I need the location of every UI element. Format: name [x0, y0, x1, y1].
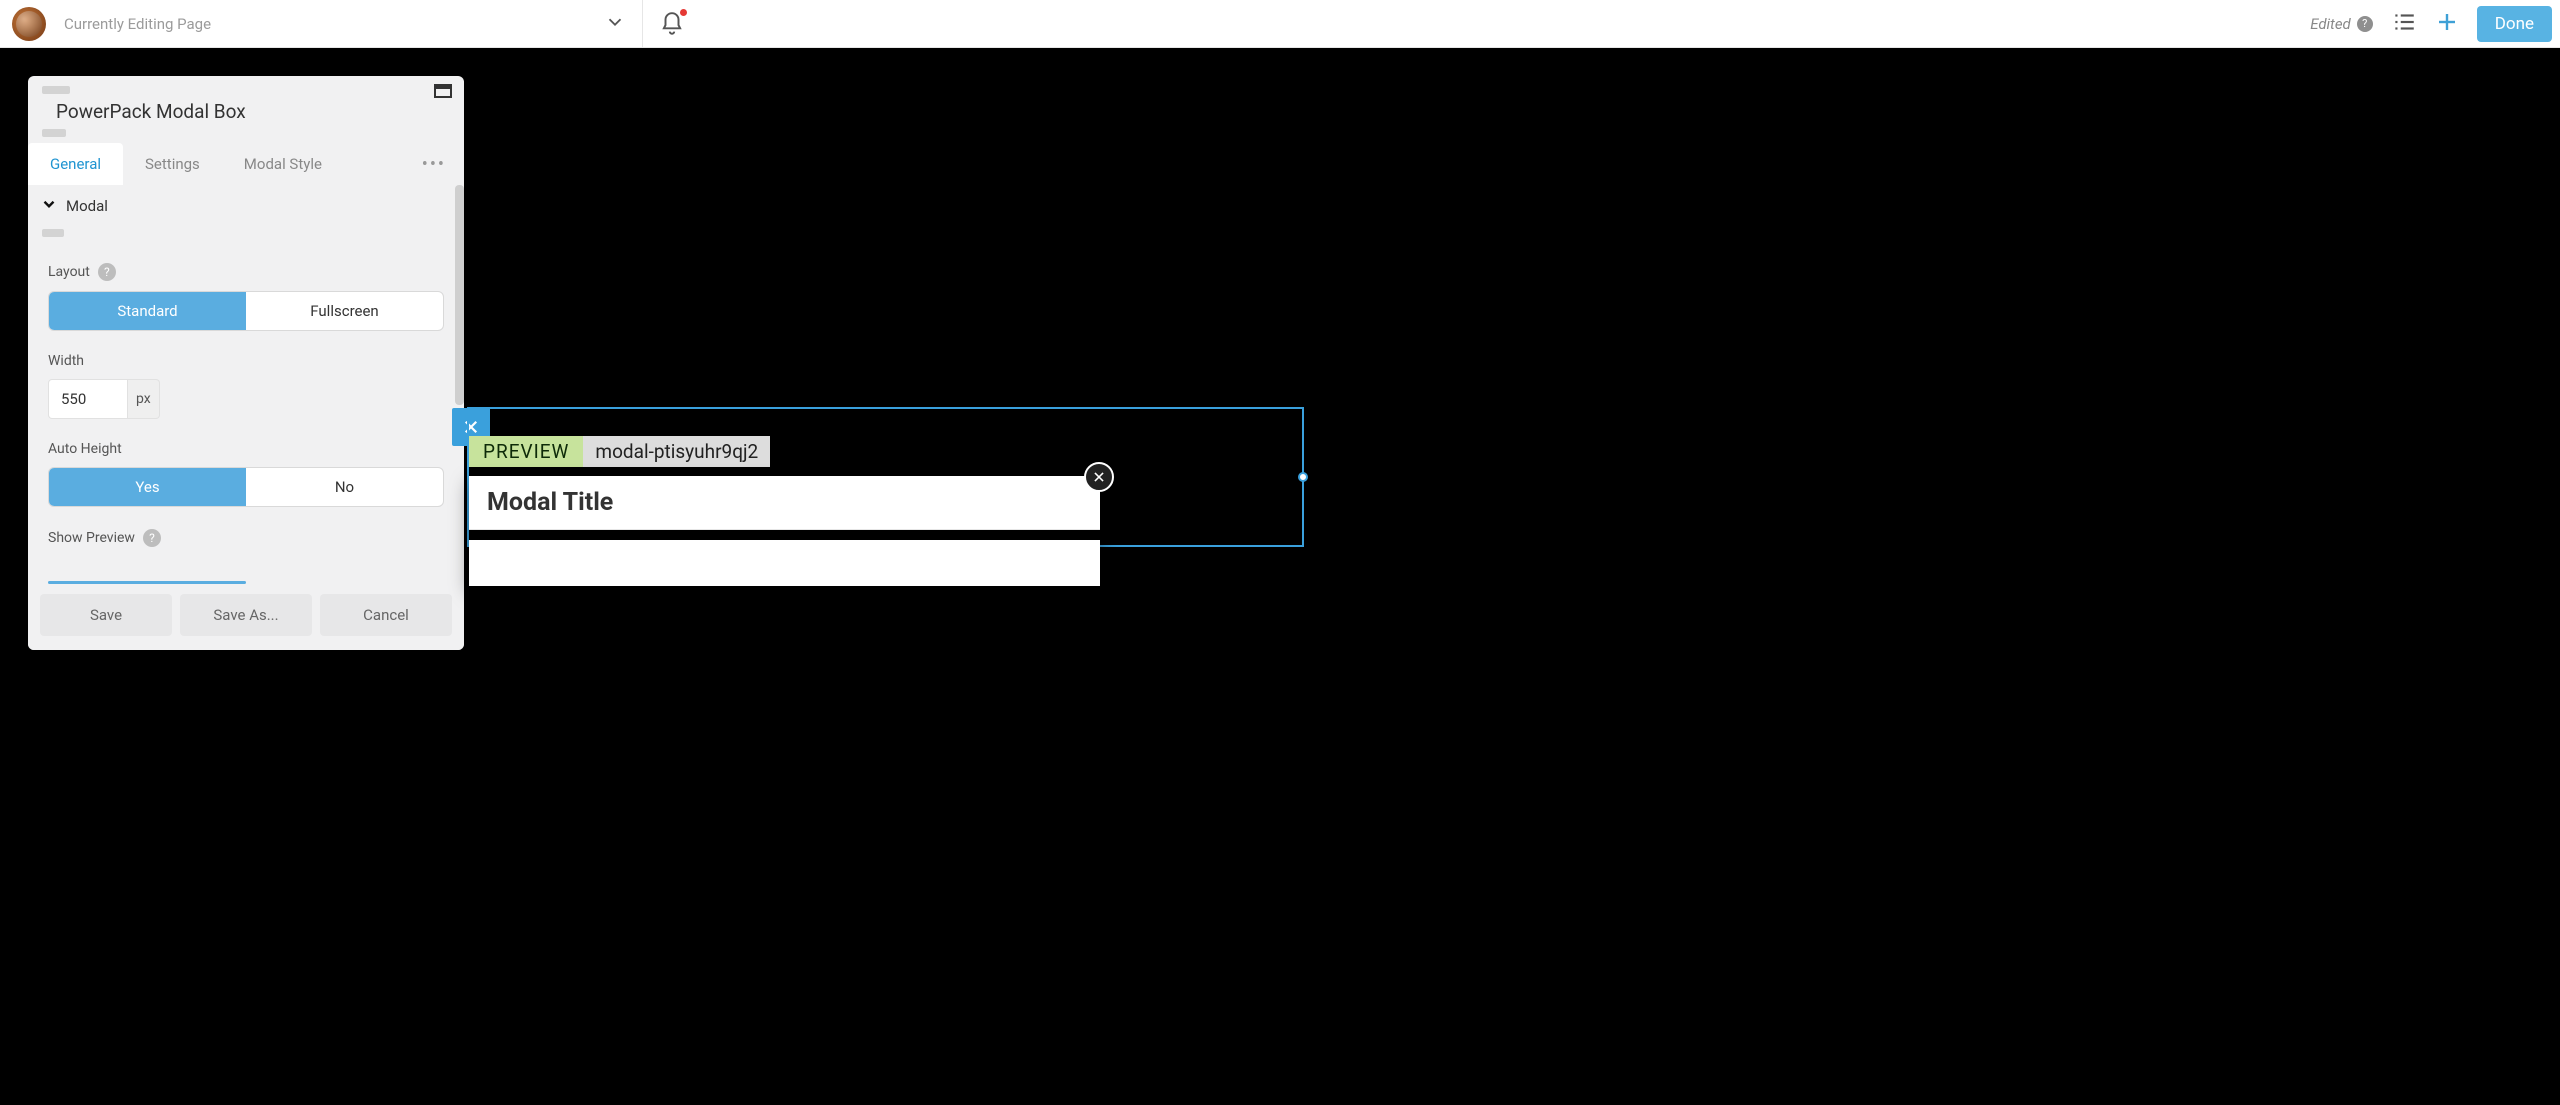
help-icon: ? — [2357, 16, 2373, 32]
width-label: Width — [48, 353, 444, 369]
ellipsis-icon: ••• — [422, 154, 446, 175]
notification-dot-icon — [680, 9, 687, 16]
resize-handle-right[interactable] — [1298, 472, 1308, 482]
page-switcher[interactable] — [211, 11, 626, 37]
top-bar: Currently Editing Page Edited ? Done — [0, 0, 2560, 48]
section-label: Modal — [66, 197, 108, 215]
tab-modal-style[interactable]: Modal Style — [222, 143, 344, 185]
panel-body[interactable]: Modal Layout ? Standard Fullscreen Width… — [28, 185, 464, 584]
field-layout: Layout ? Standard Fullscreen — [28, 247, 464, 337]
save-button[interactable]: Save — [40, 594, 172, 636]
field-show-preview: Show Preview ? — [28, 513, 464, 563]
preview-badge: PREVIEW — [469, 436, 583, 467]
chevron-down-icon — [40, 195, 58, 217]
tab-settings[interactable]: Settings — [123, 143, 222, 185]
page-title: Currently Editing Page — [64, 15, 211, 33]
width-unit[interactable]: px — [128, 379, 160, 419]
outline-button[interactable] — [2391, 9, 2417, 39]
layout-label: Layout ? — [48, 263, 444, 281]
modal-body — [469, 540, 1100, 586]
close-icon — [1092, 470, 1106, 484]
width-input[interactable] — [48, 379, 128, 419]
chevron-down-icon — [604, 11, 626, 37]
help-icon[interactable]: ? — [98, 263, 116, 281]
notifications-button[interactable] — [659, 11, 685, 37]
scrollbar-thumb[interactable] — [455, 185, 464, 405]
preview-tag: PREVIEW modal-ptisyuhr9qj2 — [469, 436, 770, 467]
modal-header: Modal Title — [469, 476, 1100, 530]
auto-height-no[interactable]: No — [246, 468, 443, 506]
outline-icon — [2391, 9, 2417, 35]
panel-header[interactable]: PowerPack Modal Box — [28, 76, 464, 143]
done-button[interactable]: Done — [2477, 6, 2552, 42]
layout-option-fullscreen[interactable]: Fullscreen — [246, 292, 443, 330]
field-width: Width px — [28, 337, 464, 425]
preview-id: modal-ptisyuhr9qj2 — [583, 436, 770, 467]
help-icon[interactable]: ? — [143, 529, 161, 547]
auto-height-label: Auto Height — [48, 441, 444, 457]
app-logo-icon[interactable] — [12, 7, 46, 41]
segmented-underline — [48, 581, 246, 584]
panel-footer: Save Save As... Cancel — [28, 584, 464, 650]
tabs-more-button[interactable]: ••• — [404, 154, 464, 175]
topbar-left: Currently Editing Page — [8, 7, 211, 41]
edited-status-text: Edited — [2310, 15, 2351, 33]
field-auto-height: Auto Height Yes No — [28, 425, 464, 513]
layout-option-standard[interactable]: Standard — [49, 292, 246, 330]
drag-handle-icon — [42, 86, 70, 94]
cancel-button[interactable]: Cancel — [320, 594, 452, 636]
edited-status[interactable]: Edited ? — [2310, 15, 2373, 33]
panel-title: PowerPack Modal Box — [42, 100, 450, 123]
topbar-right: Edited ? Done — [2310, 6, 2552, 42]
panel-tabs: General Settings Modal Style ••• — [28, 143, 464, 185]
add-button[interactable] — [2435, 10, 2459, 38]
drag-handle-icon — [42, 129, 66, 137]
section-header-modal[interactable]: Modal — [28, 185, 464, 225]
layout-segmented: Standard Fullscreen — [48, 291, 444, 331]
module-settings-panel: PowerPack Modal Box General Settings Mod… — [28, 76, 464, 650]
auto-height-yes[interactable]: Yes — [49, 468, 246, 506]
bell-icon — [659, 22, 685, 41]
placeholder-icon — [42, 229, 64, 237]
tab-general[interactable]: General — [28, 143, 123, 185]
modal-title: Modal Title — [487, 488, 1082, 517]
plus-icon — [2435, 10, 2459, 34]
show-preview-label: Show Preview ? — [48, 529, 444, 547]
divider — [642, 0, 643, 48]
modal-gap — [469, 530, 1100, 540]
modal-preview: Modal Title — [469, 476, 1100, 586]
maximize-icon[interactable] — [434, 84, 452, 98]
auto-height-segmented: Yes No — [48, 467, 444, 507]
modal-close-button[interactable] — [1084, 462, 1114, 492]
save-as-button[interactable]: Save As... — [180, 594, 312, 636]
